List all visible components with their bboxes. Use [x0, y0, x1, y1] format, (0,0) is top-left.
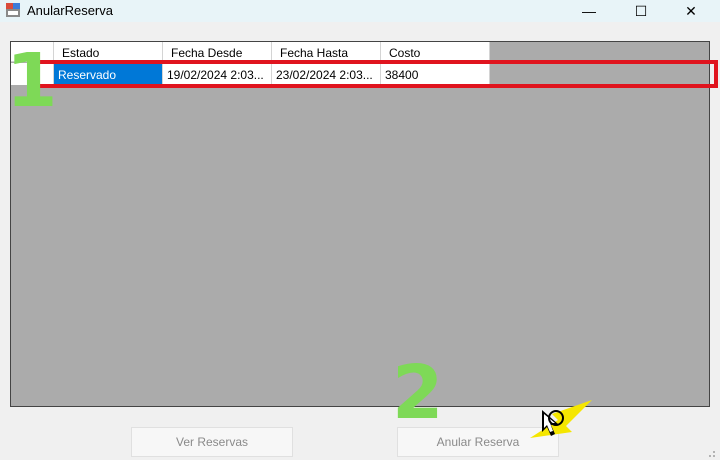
cursor-highlight-icon [530, 400, 592, 438]
step-number-1: 1 [6, 38, 58, 124]
column-header-fecha-desde[interactable]: Fecha Desde [163, 42, 272, 62]
reservas-data-grid[interactable]: Estado Fecha Desde Fecha Hasta Costo Res… [10, 41, 710, 407]
resize-grip-icon[interactable] [704, 448, 716, 458]
window-title: AnularReserva [27, 3, 113, 18]
close-button[interactable]: ✕ [668, 0, 714, 22]
column-header-costo[interactable]: Costo [381, 42, 490, 62]
column-header-fecha-hasta[interactable]: Fecha Hasta [272, 42, 381, 62]
maximize-button[interactable]: ☐ [618, 0, 664, 22]
maximize-icon: ☐ [634, 2, 648, 19]
title-bar: AnularReserva — ☐ ✕ [0, 0, 720, 22]
close-icon: ✕ [685, 2, 697, 19]
minimize-icon: — [582, 3, 596, 19]
ver-reservas-button[interactable]: Ver Reservas [131, 427, 293, 457]
grid-header-row: Estado Fecha Desde Fecha Hasta Costo [11, 42, 490, 62]
column-header-estado[interactable]: Estado [54, 42, 163, 62]
step-number-2: 2 [392, 350, 444, 436]
app-form-icon [6, 3, 20, 17]
row-highlight-annotation [32, 60, 718, 88]
minimize-button[interactable]: — [566, 0, 612, 22]
